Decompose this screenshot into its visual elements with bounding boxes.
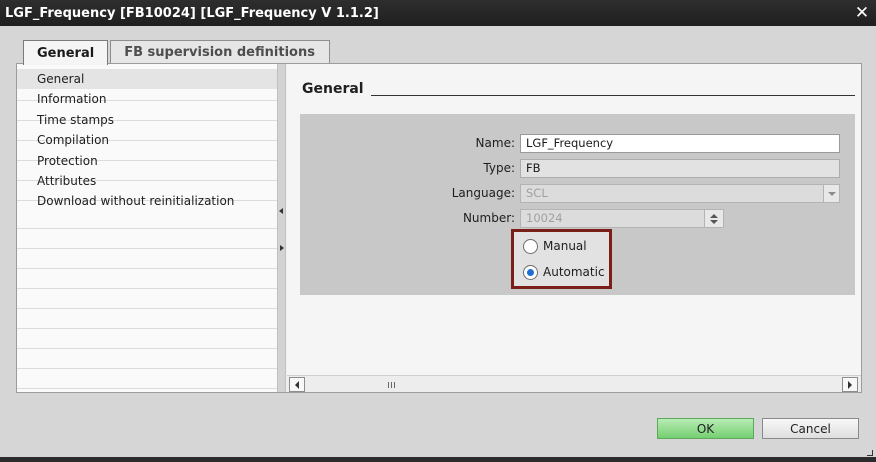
navigation-tree: General Information Time stamps Compilat… bbox=[17, 64, 277, 392]
scrollbar-grip[interactable] bbox=[388, 382, 395, 388]
language-value: SCL bbox=[526, 186, 548, 200]
general-properties-panel: Name: LGF_Frequency Type: FB Language: S… bbox=[300, 114, 855, 295]
type-field: FB bbox=[520, 159, 840, 178]
automatic-radio[interactable]: Automatic bbox=[523, 263, 605, 281]
arrow-right-icon bbox=[848, 380, 852, 389]
close-icon: ✕ bbox=[854, 3, 870, 23]
section-divider bbox=[371, 95, 855, 96]
arrow-left-icon bbox=[295, 380, 299, 389]
title-bar[interactable]: LGF_Frequency [FB10024] [LGF_Frequency V… bbox=[0, 0, 876, 26]
pane-splitter[interactable] bbox=[277, 64, 286, 392]
automatic-label: Automatic bbox=[543, 265, 605, 279]
manual-label: Manual bbox=[543, 239, 587, 253]
tab-strip: General FB supervision definitions bbox=[23, 40, 331, 65]
nav-item-information[interactable]: Information bbox=[17, 89, 277, 109]
number-value: 10024 bbox=[526, 211, 563, 225]
nav-item-download-without-reinitialization[interactable]: Download without reinitialization bbox=[17, 191, 277, 211]
close-button[interactable]: ✕ bbox=[848, 0, 876, 26]
details-pane: General Name: LGF_Frequency Type: FB Lan… bbox=[287, 64, 861, 392]
tab-label: FB supervision definitions bbox=[124, 45, 315, 60]
number-label: Number: bbox=[462, 211, 515, 225]
nav-item-protection[interactable]: Protection bbox=[17, 151, 277, 171]
tab-fb-supervision-definitions[interactable]: FB supervision definitions bbox=[110, 40, 331, 64]
tab-general[interactable]: General bbox=[23, 40, 109, 65]
resize-grip-icon[interactable] bbox=[867, 450, 873, 456]
tab-content: General Information Time stamps Compilat… bbox=[16, 63, 862, 393]
scroll-left-button[interactable] bbox=[289, 377, 305, 392]
window-title: LGF_Frequency [FB10024] [LGF_Frequency V… bbox=[5, 5, 379, 21]
collapse-left-icon[interactable] bbox=[279, 208, 283, 214]
nav-item-time-stamps[interactable]: Time stamps bbox=[17, 110, 277, 130]
properties-dialog: LGF_Frequency [FB10024] [LGF_Frequency V… bbox=[0, 0, 876, 462]
tab-label: General bbox=[37, 45, 95, 61]
type-label: Type: bbox=[483, 161, 515, 175]
name-label: Name: bbox=[475, 136, 515, 150]
nav-item-compilation[interactable]: Compilation bbox=[17, 130, 277, 150]
language-label: Language: bbox=[451, 186, 515, 200]
horizontal-scrollbar[interactable] bbox=[287, 375, 861, 392]
spin-arrows-icon bbox=[704, 210, 723, 227]
window-bottom-border bbox=[0, 457, 876, 462]
expand-right-icon[interactable] bbox=[280, 245, 284, 251]
language-select: SCL bbox=[520, 184, 840, 203]
ok-button[interactable]: OK bbox=[657, 418, 754, 439]
radio-checked-icon[interactable] bbox=[523, 264, 538, 280]
nav-item-general[interactable]: General bbox=[17, 69, 277, 90]
chevron-down-icon bbox=[823, 185, 839, 202]
dialog-footer: OK Cancel bbox=[0, 402, 876, 457]
scroll-right-button[interactable] bbox=[842, 377, 858, 392]
radio-unchecked-icon[interactable] bbox=[523, 238, 538, 254]
nav-item-attributes[interactable]: Attributes bbox=[17, 171, 277, 191]
manual-radio[interactable]: Manual bbox=[523, 237, 587, 255]
name-input[interactable]: LGF_Frequency bbox=[520, 134, 840, 153]
numbering-mode-group: Manual Automatic bbox=[511, 229, 612, 289]
section-title: General bbox=[302, 81, 364, 97]
number-stepper: 10024 bbox=[520, 209, 724, 228]
cancel-button[interactable]: Cancel bbox=[762, 418, 859, 439]
